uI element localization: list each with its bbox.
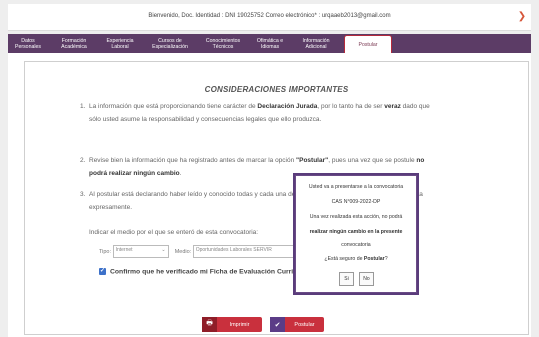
confirm-row: ✓ Confirmo que he verificado mi Ficha de … (99, 268, 309, 275)
item-text: . (179, 170, 182, 177)
imprimir-label: Imprimir (229, 321, 250, 328)
item-number: 1. (80, 103, 86, 110)
tab-datos-personales[interactable]: Datos Personales (11, 36, 45, 52)
confirm-checkbox[interactable]: ✓ (99, 268, 106, 275)
medio-select[interactable]: Oportunidades Laborales SERVIR (192, 245, 295, 258)
tipo-select[interactable]: Internet ⌄ (112, 245, 169, 258)
dialog-line: realizar ningún cambio en la presente (309, 229, 403, 235)
tab-label: Personales (15, 44, 41, 50)
dialog-line: Usted va a presentarse a la convocatoria (308, 184, 404, 190)
item-bold: Declaración Jurada (257, 103, 318, 110)
postular-button[interactable]: ✔ Postular (270, 317, 324, 332)
medio-row: Tipo: Internet ⌄ Medio: Oportunidades Lab… (99, 245, 295, 258)
tipo-value: Internet (115, 247, 133, 253)
tab-informacion-adicional[interactable]: Información Adicional (292, 36, 340, 52)
confirm-label: Confirmo que he verificado mi Ficha de E… (110, 268, 310, 276)
item-text: Al postular está declarando haber leído … (89, 191, 289, 198)
item-1: 1. La información que está proporcionand… (80, 100, 431, 126)
tab-label: Académica (61, 44, 87, 50)
logout-icon[interactable]: ❯ (517, 11, 527, 23)
tipo-label: Tipo: (99, 248, 112, 255)
printer-icon: 🖶 (202, 317, 217, 332)
dialog-question-text: ¿Está seguro de (324, 256, 364, 262)
medio-label: Indicar el medio por el que se enteró de… (89, 229, 259, 236)
dialog-line: convocatoria (341, 242, 371, 248)
tab-label: Laboral (111, 44, 129, 50)
tab-label: Especialización (152, 44, 188, 50)
item-text: Revise bien la información que ha regist… (89, 157, 297, 164)
tab-postular[interactable]: Postular (344, 35, 392, 53)
tab-label: Técnicos (212, 44, 234, 50)
tab-label: Idiomas (260, 44, 280, 50)
top-bar: Bienvenido, Doc. Identidad : DNI 1902575… (8, 4, 531, 31)
considerations-panel: CONSIDERACIONES IMPORTANTES 1. La inform… (24, 61, 529, 335)
confirm-dialog: Usted va a presentarse a la convocatoria… (295, 175, 417, 293)
yes-button[interactable]: Si (339, 272, 354, 286)
page-title: CONSIDERACIONES IMPORTANTES (204, 85, 349, 94)
imprimir-button[interactable]: 🖶 Imprimir (202, 317, 262, 332)
item-text: La información que está proporcionando t… (89, 103, 258, 110)
app-frame: Bienvenido, Doc. Identidad : DNI 1902575… (0, 0, 539, 337)
welcome-text: Bienvenido, Doc. Identidad : DNI 1902575… (148, 13, 391, 19)
postular-label: Postular (294, 321, 315, 328)
tab-conocimientos[interactable]: Conocimientos Técnicos (198, 36, 248, 52)
item-bold: "Postular" (296, 157, 329, 164)
tab-cursos[interactable]: Cursos de Especialización (143, 36, 197, 52)
dialog-question: ¿Está seguro de Postular? (296, 256, 416, 262)
item-number: 3. (80, 191, 86, 198)
item-bold: veraz (384, 103, 401, 110)
tab-bar: Datos Personales Formación Académica Exper… (8, 34, 531, 53)
item-text: , por lo tanto ha de ser (317, 103, 385, 110)
tab-label: Adicional (305, 44, 327, 50)
tab-label: Postular (358, 41, 378, 48)
tab-experiencia-laboral[interactable]: Experiencia Laboral (99, 36, 141, 52)
item-number: 2. (80, 157, 86, 164)
dialog-question-text: ? (384, 256, 388, 262)
no-button[interactable]: No (359, 272, 374, 286)
dialog-convocatoria: CAS N°009-2022-DP (331, 199, 381, 205)
item-text: , pues una vez que se postule (328, 157, 417, 164)
tab-formacion-academica[interactable]: Formación Académica (51, 36, 97, 52)
content-card: CONSIDERACIONES IMPORTANTES 1. La inform… (8, 53, 531, 337)
chevron-down-icon: ⌄ (161, 247, 166, 253)
medio-select-label: Medio: (174, 248, 192, 255)
dialog-question-bold: Postular (363, 256, 385, 262)
tab-ofimatica[interactable]: Ofimática e Idiomas (250, 36, 290, 52)
check-icon: ✔ (270, 317, 285, 332)
dialog-line: Una vez realizada esta acción, no podrá (309, 214, 403, 220)
